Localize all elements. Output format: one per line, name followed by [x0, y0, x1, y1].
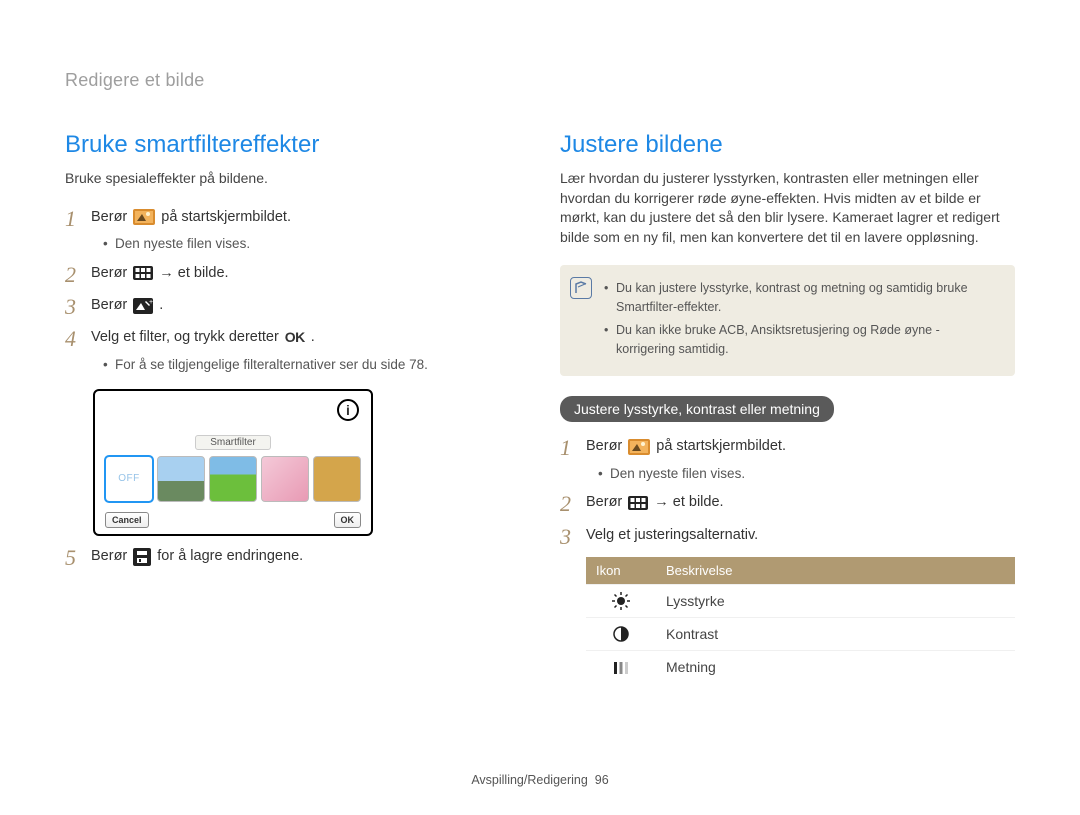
step-text: → et bilde. [654, 492, 723, 514]
grid-icon [133, 266, 153, 280]
left-column: Bruke smartfiltereffekter Bruke spesiale… [65, 131, 520, 683]
step-text: Berør [91, 263, 127, 285]
filter-thumb-off: OFF [105, 456, 153, 502]
step-number: 2 [65, 263, 91, 287]
smartfilter-label: Smartfilter [195, 435, 271, 450]
step-text: . [311, 327, 315, 349]
steps-right: 1 Berør på startskjermbildet. Den nyeste… [560, 436, 1015, 548]
saturation-icon [612, 660, 630, 676]
gallery-icon [628, 439, 650, 455]
step-text: Velg et justeringsalternativ. [586, 527, 758, 543]
note-item: Du kan ikke bruke ACB, Ansiktsretusjerin… [604, 321, 1001, 359]
table-row: Lysstyrke [586, 584, 1015, 617]
section-title-smartfilter: Bruke smartfiltereffekter [65, 131, 520, 159]
step-number: 3 [65, 295, 91, 319]
grid-icon [628, 496, 648, 510]
table-cell: Metning [656, 651, 1015, 683]
step-number: 1 [560, 436, 586, 460]
step-text: → et bilde. [159, 263, 228, 285]
right-column: Justere bildene Lær hvordan du justerer … [560, 131, 1015, 683]
step-text: Berør [91, 546, 127, 568]
table-row: Metning [586, 651, 1015, 683]
step-text: Berør [586, 436, 622, 458]
table-header-icon: Ikon [586, 557, 656, 585]
step-number: 1 [65, 207, 91, 231]
adjustment-table: Ikon Beskrivelse Lysstyrke Kontrast Metn… [586, 557, 1015, 683]
step-text: Berør [586, 492, 622, 514]
note-box: Du kan justere lysstyrke, kontrast og me… [560, 265, 1015, 376]
footer-section: Avspilling/Redigering [471, 773, 588, 787]
table-cell: Kontrast [656, 618, 1015, 651]
filter-thumb [209, 456, 257, 502]
note-item: Du kan justere lysstyrke, kontrast og me… [604, 279, 1001, 317]
brightness-icon [612, 592, 630, 610]
contrast-icon [612, 625, 630, 643]
table-row: Kontrast [586, 618, 1015, 651]
subheader-adjust: Justere lysstyrke, kontrast eller metnin… [560, 396, 834, 422]
step-number: 4 [65, 327, 91, 351]
gallery-icon [133, 209, 155, 225]
step-number: 2 [560, 492, 586, 516]
step-text: på startskjermbildet. [656, 436, 786, 458]
save-icon [133, 548, 151, 566]
info-icon: i [337, 399, 359, 421]
table-cell: Lysstyrke [656, 584, 1015, 617]
step-text: Berør [91, 295, 127, 317]
filter-thumb [313, 456, 361, 502]
note-icon [570, 277, 592, 299]
intro-left: Bruke spesialeffekter på bildene. [65, 169, 520, 189]
step-number: 3 [560, 525, 586, 549]
step-text: Velg et filter, og trykk deretter [91, 327, 279, 349]
step-sub-bullet: Den nyeste filen vises. [103, 234, 291, 254]
edit-photo-icon: + [133, 298, 153, 314]
step-sub-bullet: For å se tilgjengelige filteralternative… [103, 355, 428, 375]
section-title-adjust: Justere bildene [560, 131, 1015, 159]
footer-page: 96 [595, 773, 609, 787]
step-text: for å lagre endringene. [157, 546, 303, 568]
breadcrumb: Redigere et bilde [65, 70, 1015, 91]
table-header-desc: Beskrivelse [656, 557, 1015, 585]
svg-text:+: + [149, 299, 153, 306]
step-text: på startskjermbildet. [161, 207, 291, 229]
intro-right: Lær hvordan du justerer lysstyrken, kont… [560, 169, 1015, 247]
ok-button: OK [334, 512, 362, 528]
filter-thumb [261, 456, 309, 502]
page-footer: Avspilling/Redigering 96 [0, 773, 1080, 787]
steps-left: 1 Berør på startskjermbildet. Den nyeste… [65, 207, 520, 375]
step-number: 5 [65, 546, 91, 570]
cancel-button: Cancel [105, 512, 149, 528]
step-text: . [159, 295, 163, 317]
device-screenshot: i Smartfilter OFF Cancel OK [93, 389, 373, 536]
ok-icon: OK [285, 327, 305, 348]
step-sub-bullet: Den nyeste filen vises. [598, 464, 786, 484]
step-text: Berør [91, 207, 127, 229]
filter-thumb [157, 456, 205, 502]
